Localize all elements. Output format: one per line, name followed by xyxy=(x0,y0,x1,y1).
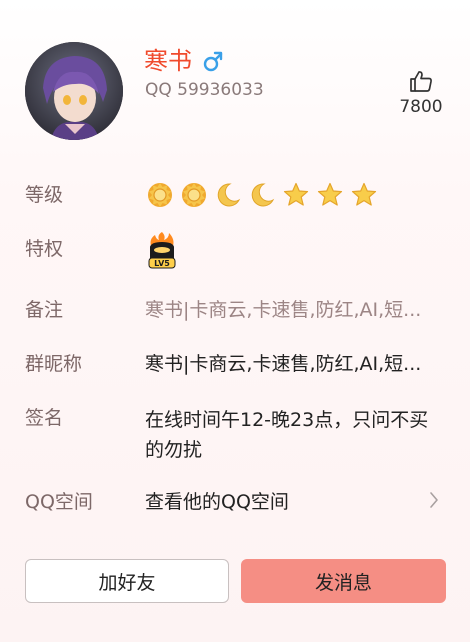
signature-value: 在线时间午12-晚23点，只问不买的勿扰 xyxy=(145,409,429,461)
like-button[interactable]: 7800 xyxy=(396,70,446,117)
remark-value[interactable]: 寒书|卡商云,卡速售,防红,AI,短... xyxy=(145,297,441,323)
qzone-link[interactable]: 查看他的QQ空间 xyxy=(145,489,441,515)
send-message-button[interactable]: 发消息 xyxy=(241,559,446,603)
remark-label: 备注 xyxy=(25,299,64,321)
moon-icon xyxy=(249,182,275,212)
group-nickname-value: 寒书|卡商云,卡速售,防红,AI,短... xyxy=(145,353,422,375)
thumbs-up-icon xyxy=(409,70,433,96)
level-icons[interactable] xyxy=(147,182,377,212)
qzone-label: QQ空间 xyxy=(25,491,93,513)
sun-icon xyxy=(181,182,207,212)
male-icon xyxy=(203,50,223,76)
chevron-right-icon[interactable] xyxy=(428,490,440,514)
star-icon xyxy=(351,182,377,212)
moon-icon xyxy=(215,182,241,212)
profile-name: 寒书 xyxy=(144,47,192,75)
add-friend-button[interactable]: 加好友 xyxy=(25,559,229,603)
qq-number: QQ 59936033 xyxy=(145,80,264,100)
sun-icon xyxy=(147,182,173,212)
level-label: 等级 xyxy=(25,184,64,206)
group-nickname-label: 群昵称 xyxy=(25,353,83,375)
privilege-label: 特权 xyxy=(25,238,64,260)
avatar[interactable] xyxy=(25,42,123,140)
star-icon xyxy=(283,182,309,212)
vip-badge-icon[interactable]: LV5 xyxy=(145,230,179,270)
vip-badge-text: LV5 xyxy=(154,259,170,268)
star-icon xyxy=(317,182,343,212)
signature-label: 签名 xyxy=(25,407,64,429)
like-count: 7800 xyxy=(399,97,443,117)
